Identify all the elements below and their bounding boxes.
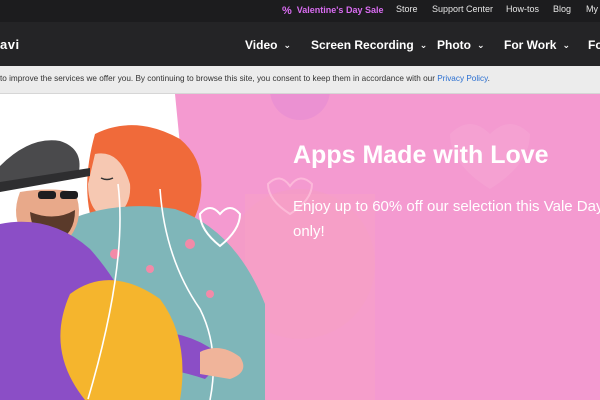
howtos-link[interactable]: How-tos (506, 4, 539, 14)
percent-icon: % (282, 5, 292, 17)
chevron-down-icon: ⌄ (283, 40, 292, 50)
nav-item-video[interactable]: Video ⌄ (245, 38, 291, 52)
chevron-down-icon: ⌄ (562, 40, 570, 50)
valentines-sale-link[interactable]: % Valentine's Day Sale (282, 4, 384, 17)
chevron-down-icon: ⌄ (477, 40, 485, 50)
nav-item-label: Video (245, 38, 278, 52)
nav-item-more[interactable]: Fo (588, 38, 600, 52)
nav-item-label: For Work (504, 38, 557, 52)
cookie-message: to improve the services we offer you. By… (0, 74, 435, 83)
cookie-notice-bar: to improve the services we offer you. By… (0, 66, 600, 94)
couple-illustration (0, 94, 265, 400)
hero-headline: Apps Made with Love (293, 141, 549, 169)
hero-banner: Apps Made with Love Enjoy up to 60% off … (0, 94, 600, 400)
nav-item-label: Fo (588, 38, 600, 52)
support-center-link[interactable]: Support Center (432, 4, 493, 14)
logo[interactable]: avi (0, 37, 20, 52)
hero-subtext: Enjoy up to 60% off our selection this V… (293, 198, 600, 240)
my-account-link[interactable]: My A (586, 4, 600, 14)
blog-link[interactable]: Blog (553, 4, 571, 14)
main-nav: avi Video ⌄ Screen Recording ⌄ Photo ⌄ For … (0, 22, 600, 66)
privacy-policy-link[interactable]: Privacy Policy (437, 74, 487, 83)
nav-item-screen-recording[interactable]: Screen Recording ⌄ (311, 38, 427, 52)
cookie-notice-text: to improve the services we offer you. By… (0, 74, 490, 83)
store-link[interactable]: Store (396, 4, 418, 14)
chevron-down-icon: ⌄ (419, 40, 428, 50)
valentines-sale-label: Valentine's Day Sale (296, 5, 384, 15)
nav-item-label: Screen Recording (311, 38, 414, 52)
top-utility-bar: % Valentine's Day Sale Store Support Cent… (0, 0, 600, 23)
nav-item-photo[interactable]: Photo ⌄ (437, 38, 485, 52)
nav-item-for-work[interactable]: For Work ⌄ (504, 38, 570, 52)
nav-item-label: Photo (437, 38, 471, 52)
cookie-period: . (487, 74, 490, 83)
